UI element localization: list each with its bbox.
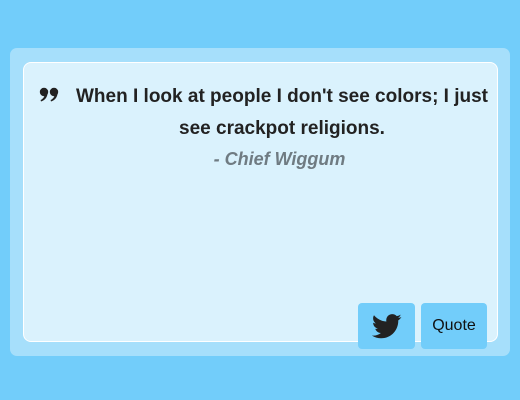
quote-author: - Chief Wiggum [213, 149, 346, 169]
new-quote-button[interactable]: Quote [421, 303, 487, 349]
quote-row: When I look at people I don't see colors… [38, 81, 488, 145]
tweet-button[interactable] [358, 303, 415, 349]
quote-text: When I look at people I don't see colors… [76, 86, 489, 139]
quote-box: When I look at people I don't see colors… [10, 48, 510, 356]
quote-card: When I look at people I don't see colors… [23, 62, 498, 349]
twitter-icon [371, 313, 401, 338]
quote-mark-icon [39, 87, 59, 102]
